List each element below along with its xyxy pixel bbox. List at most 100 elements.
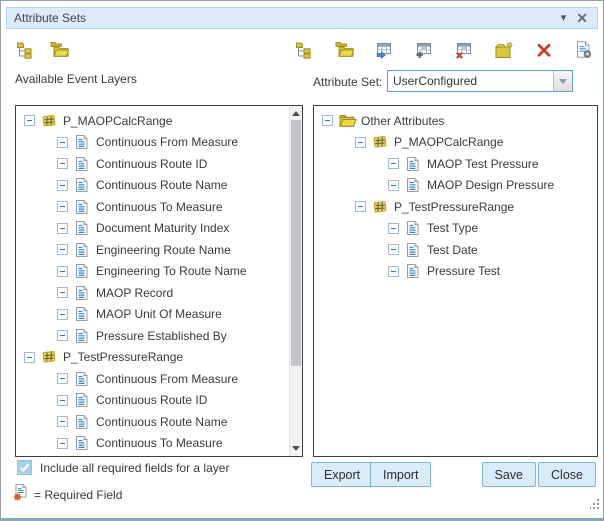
tree-item[interactable]: Continuous Route ID: [16, 153, 288, 175]
scrollbar-thumb[interactable]: [291, 120, 301, 366]
document-icon: [74, 285, 92, 301]
tree-item[interactable]: Pressure Test: [314, 261, 597, 283]
tree-item[interactable]: P_MAOPCalcRange: [314, 132, 597, 154]
scroll-down-button[interactable]: [290, 442, 302, 455]
attribute-set-tree: Other Attributes P_MAOPCalcRangeMAOP Test…: [314, 106, 597, 282]
collapse-toggle[interactable]: [57, 201, 68, 212]
document-icon: [74, 371, 92, 387]
collapse-toggle[interactable]: [57, 395, 68, 406]
tree-item[interactable]: P_TestPressureRange: [16, 347, 288, 369]
collapse-toggle[interactable]: [57, 309, 68, 320]
export-table-icon[interactable]: [374, 40, 394, 59]
tree-item[interactable]: MAOP Design Pressure: [314, 175, 597, 197]
tree-item[interactable]: Engineering Route Name: [16, 239, 288, 261]
titlebar[interactable]: Attribute Sets ▾ ✕: [6, 7, 598, 29]
minus-icon: [60, 292, 65, 293]
document-icon: [74, 435, 92, 451]
collapse-toggle[interactable]: [388, 158, 399, 169]
add-attribute-tree-icon[interactable]: [294, 40, 314, 59]
collapse-toggle[interactable]: [57, 266, 68, 277]
tree-item[interactable]: Pressure Established By: [16, 325, 288, 347]
collapse-toggle[interactable]: [388, 266, 399, 277]
collapse-toggle[interactable]: [57, 373, 68, 384]
tree-item[interactable]: Engineering To Route Name: [16, 261, 288, 283]
open-folders-icon[interactable]: [334, 40, 354, 59]
tree-item[interactable]: Document Maturity Index: [16, 218, 288, 240]
tree-item[interactable]: MAOP Unit Of Measure: [16, 304, 288, 326]
collapse-toggle[interactable]: [24, 115, 35, 126]
left-panel-scrollbar[interactable]: [289, 106, 302, 456]
tree-item[interactable]: Continuous Route Name: [16, 411, 288, 433]
tree-item-label: P_MAOPCalcRange: [63, 114, 172, 128]
collapse-toggle[interactable]: [57, 158, 68, 169]
delete-icon[interactable]: [534, 40, 554, 59]
import-button[interactable]: Import: [370, 462, 431, 487]
minus-icon: [60, 185, 65, 186]
collapse-toggle[interactable]: [388, 223, 399, 234]
remove-table-icon[interactable]: [454, 40, 474, 59]
open-folders-icon[interactable]: [49, 40, 69, 59]
collapse-toggle[interactable]: [388, 244, 399, 255]
tree-item[interactable]: Continuous From Measure: [16, 368, 288, 390]
tree-item[interactable]: Test Type: [314, 218, 597, 240]
export-button[interactable]: Export: [311, 462, 373, 487]
tree-item[interactable]: Continuous From Measure: [16, 132, 288, 154]
add-event-layer-tree-icon[interactable]: [15, 40, 35, 59]
document-icon: [405, 220, 423, 236]
new-attribute-set-folder-icon[interactable]: [494, 40, 514, 59]
document-icon: [74, 263, 92, 279]
minus-icon: [60, 335, 65, 336]
collapse-toggle[interactable]: [57, 180, 68, 191]
minus-icon: [27, 120, 32, 121]
event-layer-icon: [41, 113, 59, 129]
include-required-fields-checkbox[interactable]: [17, 460, 32, 475]
attribute-set-combobox[interactable]: UserConfigured: [387, 70, 573, 92]
tree-item-label: Document Maturity Index: [96, 221, 229, 235]
document-icon: [74, 134, 92, 150]
tree-item[interactable]: Continuous Route ID: [16, 390, 288, 412]
tree-item[interactable]: Continuous Route Name: [16, 175, 288, 197]
collapse-toggle[interactable]: [57, 137, 68, 148]
collapse-toggle[interactable]: [57, 330, 68, 341]
collapse-toggle[interactable]: [57, 416, 68, 427]
collapse-toggle[interactable]: [322, 115, 333, 126]
collapse-toggle[interactable]: [57, 287, 68, 298]
tree-item-label: Test Type: [427, 221, 478, 235]
tree-item-label: Continuous To Measure: [96, 436, 223, 450]
minus-icon: [27, 357, 32, 358]
toolbar-left: [15, 40, 69, 59]
close-button[interactable]: Close: [538, 462, 596, 487]
combo-dropdown-button[interactable]: [553, 71, 572, 91]
window-bottom-edge: [1, 518, 603, 520]
tree-item[interactable]: MAOP Record: [16, 282, 288, 304]
toolbar-right: [294, 40, 594, 59]
check-icon: [18, 461, 31, 474]
collapse-icon[interactable]: ▾: [561, 13, 567, 24]
collapse-toggle[interactable]: [57, 438, 68, 449]
add-table-icon[interactable]: [414, 40, 434, 59]
collapse-toggle[interactable]: [388, 180, 399, 191]
collapse-toggle[interactable]: [57, 244, 68, 255]
tree-item[interactable]: P_MAOPCalcRange: [16, 110, 288, 132]
tree-item-label: Continuous Route ID: [96, 157, 207, 171]
tree-item[interactable]: Test Date: [314, 239, 597, 261]
tree-item[interactable]: P_TestPressureRange: [314, 196, 597, 218]
scroll-up-button[interactable]: [290, 107, 302, 120]
configure-document-icon[interactable]: [574, 40, 594, 59]
tree-item[interactable]: Continuous To Measure: [16, 433, 288, 455]
close-icon[interactable]: ✕: [576, 11, 588, 25]
save-button[interactable]: Save: [482, 462, 537, 487]
tree-item-label: Other Attributes: [361, 114, 444, 128]
collapse-toggle[interactable]: [355, 137, 366, 148]
document-icon: [74, 392, 92, 408]
document-icon: [74, 306, 92, 322]
minus-icon: [358, 142, 363, 143]
tree-item[interactable]: Other Attributes: [314, 110, 597, 132]
tree-item[interactable]: MAOP Test Pressure: [314, 153, 597, 175]
collapse-toggle[interactable]: [355, 201, 366, 212]
collapse-toggle[interactable]: [57, 223, 68, 234]
tree-item-label: Engineering Route Name: [96, 243, 231, 257]
collapse-toggle[interactable]: [24, 352, 35, 363]
resize-grip-icon[interactable]: [590, 498, 600, 516]
tree-item[interactable]: Continuous To Measure: [16, 196, 288, 218]
